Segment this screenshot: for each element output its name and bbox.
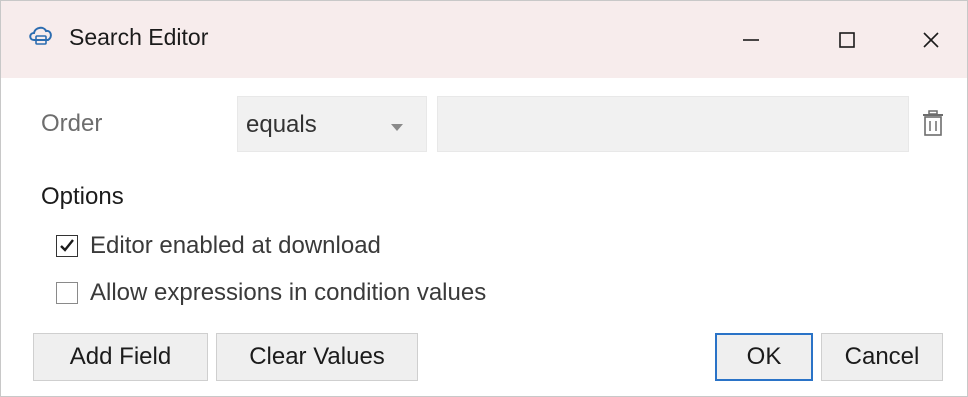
maximize-icon	[839, 31, 855, 48]
checkmark-icon	[60, 239, 74, 252]
option-allow-expressions[interactable]: Allow expressions in condition values	[56, 278, 486, 308]
minimize-icon	[743, 38, 759, 41]
add-field-button[interactable]: Add Field	[33, 333, 208, 381]
chevron-down-icon	[390, 119, 404, 137]
operator-value: equals	[246, 111, 317, 138]
clear-values-button[interactable]: Clear Values	[216, 333, 418, 381]
minimize-button[interactable]	[703, 1, 799, 78]
search-editor-window: Search Editor Order equals Options Edito…	[0, 0, 968, 397]
cancel-button[interactable]: Cancel	[821, 333, 943, 381]
options-heading: Options	[41, 183, 124, 210]
option-editor-enabled[interactable]: Editor enabled at download	[56, 231, 381, 261]
checkbox-checked[interactable]	[56, 235, 78, 257]
window-title: Search Editor	[69, 24, 209, 50]
operator-select[interactable]: equals	[237, 96, 427, 152]
ok-button[interactable]: OK	[715, 333, 813, 381]
close-icon	[923, 31, 939, 48]
close-button[interactable]	[895, 1, 967, 78]
title-bar[interactable]: Search Editor	[1, 1, 967, 78]
maximize-button[interactable]	[799, 1, 895, 78]
cloud-icon	[27, 21, 55, 49]
trash-icon[interactable]	[921, 109, 945, 142]
option-label: Allow expressions in condition values	[90, 279, 487, 306]
checkbox-unchecked[interactable]	[56, 282, 78, 304]
option-label: Editor enabled at download	[90, 232, 381, 259]
field-label-order: Order	[41, 110, 103, 137]
condition-value-input[interactable]	[437, 96, 909, 152]
